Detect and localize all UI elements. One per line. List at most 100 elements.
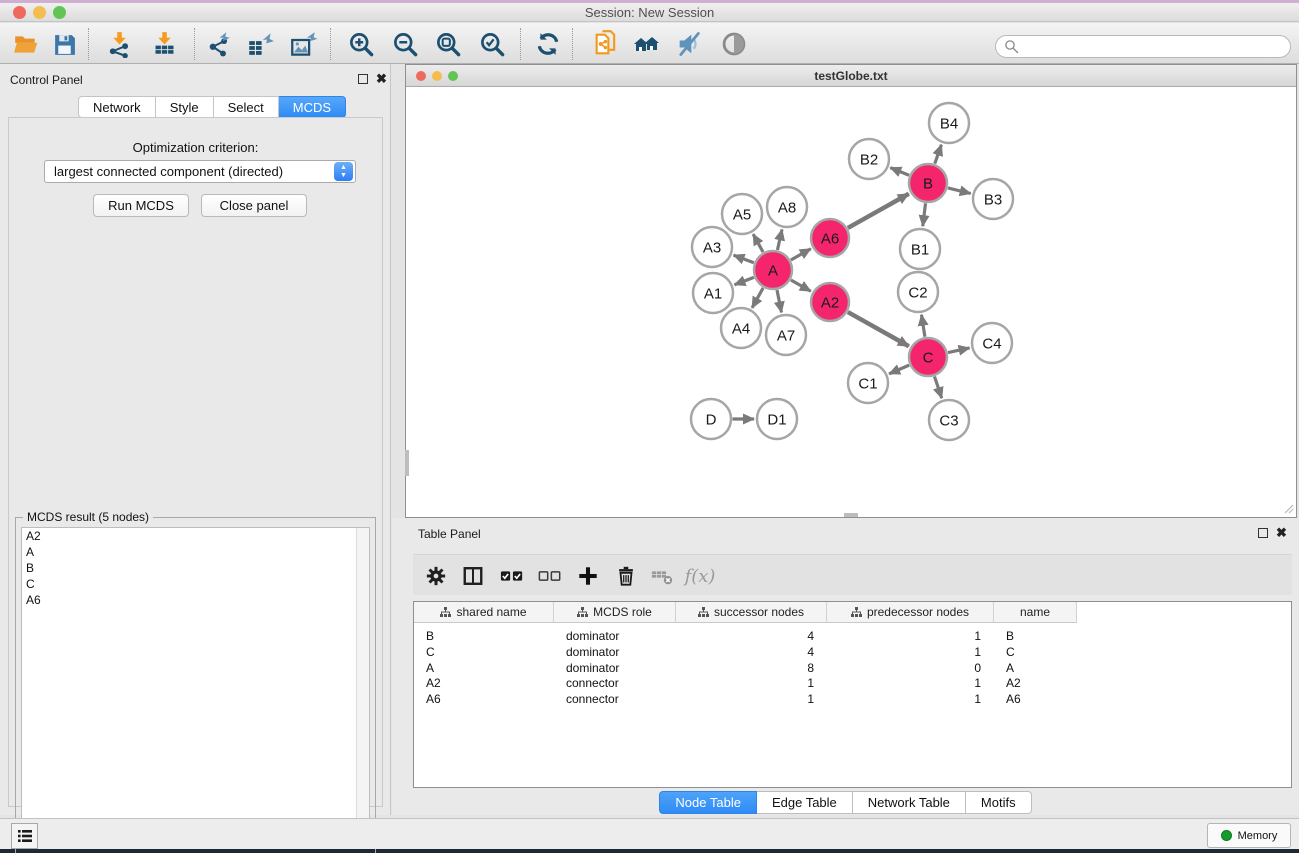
column-header-predecessor-nodes[interactable]: predecessor nodes [827, 602, 994, 623]
edge-B-B1[interactable] [923, 203, 926, 226]
table-close-icon[interactable]: ✖ [1276, 525, 1287, 541]
table-cell[interactable]: A6 [426, 691, 554, 707]
node-C4[interactable]: C4 [972, 323, 1012, 363]
export-image-button[interactable] [289, 30, 317, 58]
import-table-button[interactable] [150, 30, 178, 58]
node-C3[interactable]: C3 [929, 400, 969, 440]
criterion-select[interactable]: largest connected component (directed) ▲… [44, 160, 356, 183]
tab-style[interactable]: Style [156, 96, 214, 118]
open-session-button[interactable] [12, 30, 40, 58]
tab-node-table[interactable]: Node Table [659, 791, 757, 814]
mcds-result-item[interactable]: A2 [22, 528, 369, 544]
column-header-successor-nodes[interactable]: successor nodes [676, 602, 827, 623]
network-graph[interactable]: B4B2BB3A5A8A6A3B1AA1C2A2A4A7C4CC1C3DD1 [406, 87, 1296, 516]
function-builder-button[interactable]: f(x) [685, 561, 715, 591]
mcds-result-item[interactable]: A [22, 544, 369, 560]
tab-mcds[interactable]: MCDS [279, 96, 346, 118]
save-session-button[interactable] [50, 30, 78, 58]
task-history-button[interactable] [11, 823, 38, 849]
table-cell[interactable]: A2 [426, 675, 554, 691]
table-cell[interactable]: 4 [676, 628, 814, 644]
node-D[interactable]: D [691, 399, 731, 439]
table-cell[interactable]: C [1006, 644, 1077, 660]
zoom-selected-button[interactable] [478, 30, 506, 58]
tab-network-table[interactable]: Network Table [853, 791, 966, 814]
network-vertical-scroll-thumb[interactable] [405, 450, 409, 476]
table-cell[interactable]: 4 [676, 644, 814, 660]
show-hide-button[interactable] [720, 30, 748, 58]
deselect-all-button[interactable] [535, 561, 565, 591]
edge-A-A1[interactable] [734, 277, 753, 284]
tab-network[interactable]: Network [78, 96, 156, 118]
edge-A-A4[interactable] [752, 288, 763, 308]
edge-A-A3[interactable] [734, 255, 754, 263]
table-cell[interactable]: connector [566, 675, 676, 691]
home-button[interactable] [632, 30, 660, 58]
mcds-result-item[interactable]: A6 [22, 592, 369, 608]
tab-edge-table[interactable]: Edge Table [757, 791, 853, 814]
toggle-graphics-details-button[interactable] [675, 30, 703, 58]
zoom-in-button[interactable] [347, 30, 375, 58]
table-settings-button[interactable] [421, 561, 451, 591]
node-D1[interactable]: D1 [757, 399, 797, 439]
edge-C-C3[interactable] [934, 376, 941, 398]
table-cell[interactable]: 1 [827, 691, 981, 707]
edge-A-A8[interactable] [777, 229, 782, 250]
table-float-icon[interactable] [1258, 528, 1268, 538]
node-table[interactable]: shared nameMCDS rolesuccessor nodesprede… [413, 601, 1292, 788]
node-A3[interactable]: A3 [692, 227, 732, 267]
table-cell[interactable]: A6 [1006, 691, 1077, 707]
column-header-MCDS-role[interactable]: MCDS role [554, 602, 676, 623]
node-A5[interactable]: A5 [722, 194, 762, 234]
edge-C-C4[interactable] [948, 348, 970, 353]
zoom-out-button[interactable] [391, 30, 419, 58]
delete-column-button[interactable] [611, 561, 641, 591]
table-cell[interactable]: 1 [676, 691, 814, 707]
import-network-button[interactable] [105, 30, 133, 58]
table-cell[interactable]: dominator [566, 644, 676, 660]
column-header-name[interactable]: name [994, 602, 1077, 623]
node-C2[interactable]: C2 [898, 272, 938, 312]
table-cell[interactable]: connector [566, 691, 676, 707]
node-A2[interactable]: A2 [811, 283, 849, 321]
edge-A6-B[interactable] [848, 194, 909, 228]
node-C[interactable]: C [909, 338, 947, 376]
memory-button[interactable]: Memory [1207, 823, 1291, 848]
run-mcds-button[interactable]: Run MCDS [93, 194, 189, 217]
node-B[interactable]: B [909, 164, 947, 202]
show-column-panel-button[interactable] [458, 561, 488, 591]
mcds-result-item[interactable]: C [22, 576, 369, 592]
clone-network-button[interactable] [592, 30, 620, 58]
delete-table-button[interactable] [647, 561, 677, 591]
node-B2[interactable]: B2 [849, 139, 889, 179]
column-header-shared-name[interactable]: shared name [414, 602, 554, 623]
node-A8[interactable]: A8 [767, 187, 807, 227]
node-C1[interactable]: C1 [848, 363, 888, 403]
node-A1[interactable]: A1 [693, 273, 733, 313]
table-cell[interactable]: B [426, 628, 554, 644]
edge-A2-C[interactable] [848, 312, 909, 346]
resize-grip-icon[interactable] [1282, 502, 1294, 514]
float-panel-icon[interactable] [358, 74, 368, 84]
zoom-fit-button[interactable] [434, 30, 462, 58]
node-A4[interactable]: A4 [721, 308, 761, 348]
close-panel-icon[interactable]: ✖ [376, 71, 387, 87]
edge-A-A7[interactable] [777, 290, 781, 312]
export-network-button[interactable] [204, 30, 232, 58]
table-cell[interactable]: 1 [827, 675, 981, 691]
close-panel-button[interactable]: Close panel [201, 194, 307, 217]
edge-C-C1[interactable] [889, 365, 909, 374]
table-cell[interactable]: dominator [566, 660, 676, 676]
table-cell[interactable]: dominator [566, 628, 676, 644]
table-cell[interactable]: A [1006, 660, 1077, 676]
table-cell[interactable]: 1 [827, 628, 981, 644]
edge-C-C2[interactable] [921, 315, 924, 337]
table-cell[interactable]: 1 [676, 675, 814, 691]
edge-B-B3[interactable] [948, 188, 971, 194]
network-horizontal-scroll-thumb[interactable] [844, 513, 858, 517]
edge-B-B2[interactable] [890, 168, 909, 176]
tab-select[interactable]: Select [214, 96, 279, 118]
edge-A-A6[interactable] [791, 249, 811, 260]
node-A[interactable]: A [754, 251, 792, 289]
table-cell[interactable]: 8 [676, 660, 814, 676]
